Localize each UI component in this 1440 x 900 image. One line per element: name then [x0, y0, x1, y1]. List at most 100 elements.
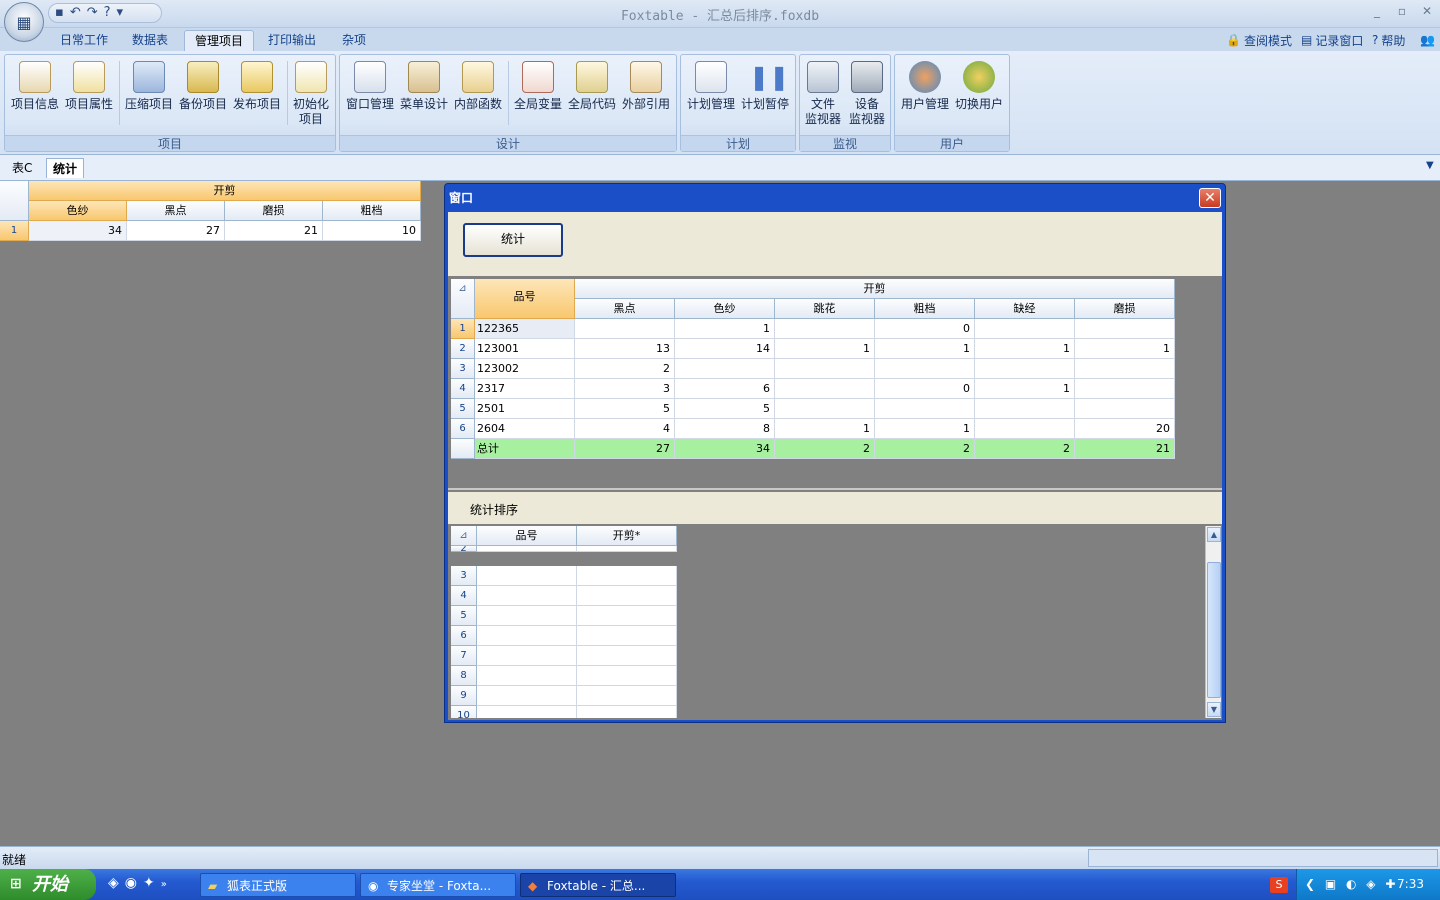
app-menu-button[interactable]: ▦ [4, 2, 44, 42]
table-cell[interactable]: 1 [775, 339, 875, 359]
total-cell[interactable]: 27 [575, 439, 675, 459]
table-cell[interactable]: 14 [675, 339, 775, 359]
row-number[interactable]: 4 [451, 379, 475, 399]
project-info-button[interactable]: 项目信息 [9, 59, 61, 129]
taskbar-item-foxtable-active[interactable]: ◆ Foxtable - 汇总... [520, 873, 676, 897]
table-cell[interactable]: 2 [575, 359, 675, 379]
grid-corner[interactable] [0, 181, 29, 221]
help-link[interactable]: ? 帮助 [1372, 31, 1405, 49]
product-id-cell[interactable]: 122365 [475, 319, 575, 339]
table-cell[interactable]: 3 [575, 379, 675, 399]
start-button[interactable]: ⊞ 开始 [0, 869, 96, 900]
vertical-scrollbar[interactable]: ▲ ▼ [1205, 526, 1221, 718]
row-number[interactable]: 6 [451, 419, 475, 439]
table-cell[interactable] [477, 626, 577, 646]
table-cell[interactable] [577, 646, 677, 666]
table-cell[interactable] [975, 419, 1075, 439]
row-number[interactable]: 8 [451, 666, 477, 686]
switch-user-button[interactable]: 切换用户 [953, 59, 1005, 129]
close-icon[interactable]: ✕ [1416, 4, 1438, 20]
table-cell[interactable]: 34 [29, 221, 127, 241]
table-cell[interactable]: 21 [225, 221, 323, 241]
table-cell[interactable] [675, 359, 775, 379]
global-code-button[interactable]: 全局代码 [566, 59, 618, 129]
table-cell[interactable] [975, 399, 1075, 419]
chevron-down-icon[interactable]: ▼ [1426, 160, 1434, 171]
table-cell[interactable] [577, 626, 677, 646]
table-cell[interactable]: 1 [875, 339, 975, 359]
product-id-cell[interactable]: 2317 [475, 379, 575, 399]
table-cell[interactable]: 4 [575, 419, 675, 439]
table-cell[interactable]: 13 [575, 339, 675, 359]
tab-statistics[interactable]: 统计 [46, 158, 85, 178]
table-cell[interactable] [477, 546, 577, 552]
scroll-thumb[interactable] [1207, 562, 1221, 698]
total-cell[interactable]: 2 [775, 439, 875, 459]
row-number[interactable]: 3 [451, 566, 477, 586]
column-header[interactable]: 缺经 [975, 299, 1075, 319]
table-cell[interactable] [575, 319, 675, 339]
restore-icon[interactable]: ▫ [1391, 4, 1413, 20]
table-cell[interactable] [577, 666, 677, 686]
product-id-cell[interactable]: 123002 [475, 359, 575, 379]
product-id-cell[interactable]: 2604 [475, 419, 575, 439]
splitter[interactable] [448, 488, 1222, 490]
global-variables-button[interactable]: 全局变量 [512, 59, 564, 129]
taskbar-item-expert-forum[interactable]: ◉ 专家坐堂 - Foxta... [360, 873, 516, 897]
total-label[interactable]: 总计 [475, 439, 575, 459]
row-number[interactable]: 1 [451, 319, 475, 339]
schedule-pause-button[interactable]: ❚❚ 计划暂停 [739, 59, 791, 129]
table-cell[interactable] [1075, 399, 1175, 419]
table-cell[interactable]: 1 [1075, 339, 1175, 359]
table-cell[interactable] [577, 586, 677, 606]
view-mode-link[interactable]: 🔒 查阅模式 [1226, 31, 1292, 49]
column-header[interactable]: 跳花 [775, 299, 875, 319]
table-cell[interactable]: 1 [975, 379, 1075, 399]
column-header[interactable]: 磨损 [1075, 299, 1175, 319]
table-cell[interactable] [477, 566, 577, 586]
table-cell[interactable] [775, 399, 875, 419]
row-number[interactable]: 3 [451, 359, 475, 379]
grid-corner[interactable]: ⊿ [451, 279, 475, 319]
scroll-down-icon[interactable]: ▼ [1207, 702, 1221, 717]
table-cell[interactable] [477, 666, 577, 686]
project-properties-button[interactable]: 项目属性 [63, 59, 115, 129]
initialize-project-button[interactable]: 初始化 项目 [285, 59, 337, 129]
group-header[interactable]: 开剪 [29, 181, 421, 201]
table-cell[interactable] [775, 319, 875, 339]
table-cell[interactable]: 20 [1075, 419, 1175, 439]
user-manage-button[interactable]: 用户管理 [899, 59, 951, 129]
tab-misc[interactable]: 杂项 [332, 30, 376, 52]
table-cell[interactable]: 1 [675, 319, 775, 339]
window-manage-button[interactable]: 窗口管理 [344, 59, 396, 129]
row-number[interactable]: 5 [451, 606, 477, 626]
tab-daily-work[interactable]: 日常工作 [50, 30, 118, 52]
product-id-cell[interactable]: 2501 [475, 399, 575, 419]
table-cell[interactable] [577, 546, 677, 552]
row-number[interactable]: 10 [451, 706, 477, 718]
table-cell[interactable] [477, 646, 577, 666]
table-cell[interactable] [577, 606, 677, 626]
table-cell[interactable]: 8 [675, 419, 775, 439]
users-icon[interactable]: 👥 [1420, 31, 1435, 49]
menu-design-button[interactable]: 菜单设计 [398, 59, 450, 129]
row-number[interactable]: 7 [451, 646, 477, 666]
compress-project-button[interactable]: 压缩项目 [123, 59, 175, 129]
column-header[interactable]: 色纱 [29, 201, 127, 221]
external-reference-button[interactable]: 外部引用 [620, 59, 672, 129]
table-cell[interactable] [1075, 319, 1175, 339]
table-cell[interactable] [875, 359, 975, 379]
grid-corner[interactable]: ⊿ [451, 526, 477, 546]
table-cell[interactable]: 1 [975, 339, 1075, 359]
record-window-link[interactable]: ▤ 记录窗口 [1301, 31, 1363, 49]
tab-manage-project[interactable]: 管理项目 [184, 30, 255, 52]
tab-data-tables[interactable]: 数据表 [122, 30, 178, 52]
row-number[interactable]: 6 [451, 626, 477, 646]
row-number[interactable] [451, 439, 475, 459]
taskbar-item-foxtable-pro[interactable]: ▰ 狐表正式版 [200, 873, 356, 897]
table-cell[interactable]: 5 [675, 399, 775, 419]
total-cell[interactable]: 2 [975, 439, 1075, 459]
statistics-button[interactable]: 统计 [463, 223, 563, 257]
table-cell[interactable] [775, 359, 875, 379]
table-cell[interactable]: 0 [875, 379, 975, 399]
